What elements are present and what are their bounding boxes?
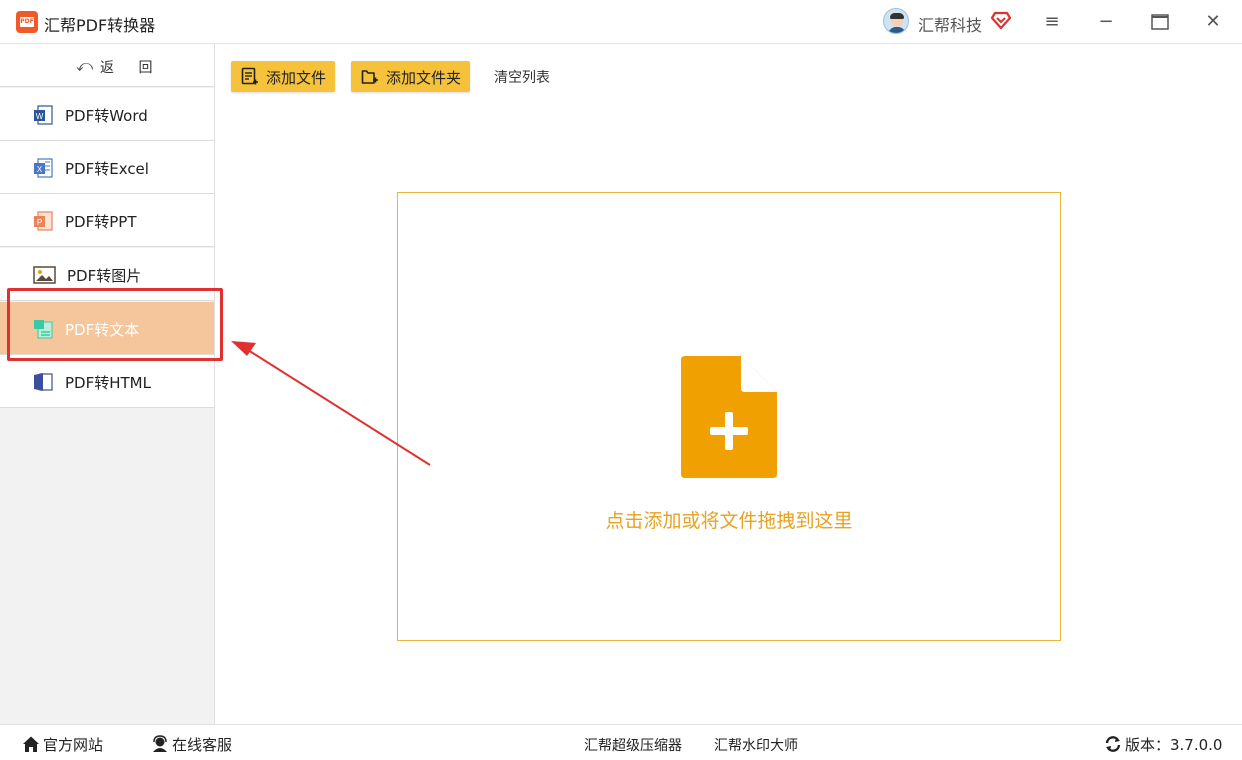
online-support-label: 在线客服 (172, 736, 233, 754)
title-bar: PDF 汇帮PDF转换器 汇帮科技 ≡ − ✕ (0, 0, 1242, 44)
home-icon (23, 736, 39, 752)
back-label: 返 回 (100, 60, 163, 76)
add-file-label: 添加文件 (266, 69, 327, 87)
sidebar-item-label: PDF转Excel (65, 160, 149, 178)
svg-text:P: P (37, 218, 42, 227)
app-window: PDF 汇帮PDF转换器 汇帮科技 ≡ − ✕ ⤺ 返 回 W PDF转Word… (0, 0, 1242, 760)
image-icon (33, 266, 56, 284)
add-folder-icon (361, 70, 378, 84)
sidebar-item-pdf-to-ppt[interactable]: P PDF转PPT (0, 194, 214, 247)
version-info[interactable]: 版本：3.7.0.0 (1104, 734, 1222, 755)
add-file-button[interactable]: 添加文件 (231, 61, 335, 92)
close-button[interactable]: ✕ (1199, 8, 1227, 36)
maximize-button[interactable] (1146, 8, 1174, 36)
svg-text:W: W (36, 112, 44, 121)
excel-icon: X (34, 158, 53, 178)
back-arrow-icon: ⤺ (76, 56, 94, 75)
app-logo-icon: PDF (16, 11, 38, 33)
sidebar-item-pdf-to-word[interactable]: W PDF转Word (0, 88, 214, 141)
vip-heart-icon[interactable] (990, 10, 1012, 30)
sidebar: ⤺ 返 回 W PDF转Word X PDF转Excel P PDF转PPT P… (0, 44, 215, 724)
sidebar-item-pdf-to-html[interactable]: PDF转HTML (0, 355, 214, 408)
sidebar-item-label: PDF转HTML (65, 374, 151, 392)
official-website-label: 官方网站 (43, 736, 104, 754)
sidebar-item-label: PDF转PPT (65, 213, 137, 231)
support-agent-icon (153, 735, 167, 752)
file-drop-zone[interactable]: 点击添加或将文件拖拽到这里 (397, 192, 1061, 641)
user-avatar[interactable] (883, 8, 909, 34)
annotation-highlight-box (7, 288, 223, 361)
footer-bar: 官方网站 在线客服 汇帮超级压缩器 汇帮水印大师 版本：3.7.0.0 (0, 724, 1242, 760)
sidebar-item-label: PDF转图片 (67, 267, 142, 285)
sidebar-item-label: PDF转Word (65, 107, 148, 125)
minimize-button[interactable]: − (1092, 8, 1120, 36)
online-support-link[interactable]: 在线客服 (151, 734, 232, 755)
add-folder-label: 添加文件夹 (386, 69, 462, 87)
clear-list-button[interactable]: 清空列表 (494, 67, 550, 87)
svg-text:X: X (37, 165, 43, 174)
drop-hint-text: 点击添加或将文件拖拽到这里 (605, 510, 853, 532)
add-document-icon (681, 356, 777, 478)
official-website-link[interactable]: 官方网站 (22, 734, 103, 755)
version-label: 版本：3.7.0.0 (1125, 736, 1223, 754)
ppt-icon: P (34, 211, 53, 231)
app-title: 汇帮PDF转换器 (44, 16, 156, 35)
add-file-icon (241, 67, 258, 85)
menu-icon[interactable]: ≡ (1038, 8, 1066, 36)
refresh-icon (1105, 736, 1121, 752)
watermark-link[interactable]: 汇帮水印大师 (714, 735, 798, 755)
compressor-link[interactable]: 汇帮超级压缩器 (584, 735, 682, 755)
back-button[interactable]: ⤺ 返 回 (0, 44, 214, 87)
word-icon: W (34, 105, 53, 125)
account-name[interactable]: 汇帮科技 (918, 12, 982, 36)
html-icon (34, 373, 53, 391)
add-folder-button[interactable]: 添加文件夹 (351, 61, 470, 92)
sidebar-item-pdf-to-excel[interactable]: X PDF转Excel (0, 141, 214, 194)
